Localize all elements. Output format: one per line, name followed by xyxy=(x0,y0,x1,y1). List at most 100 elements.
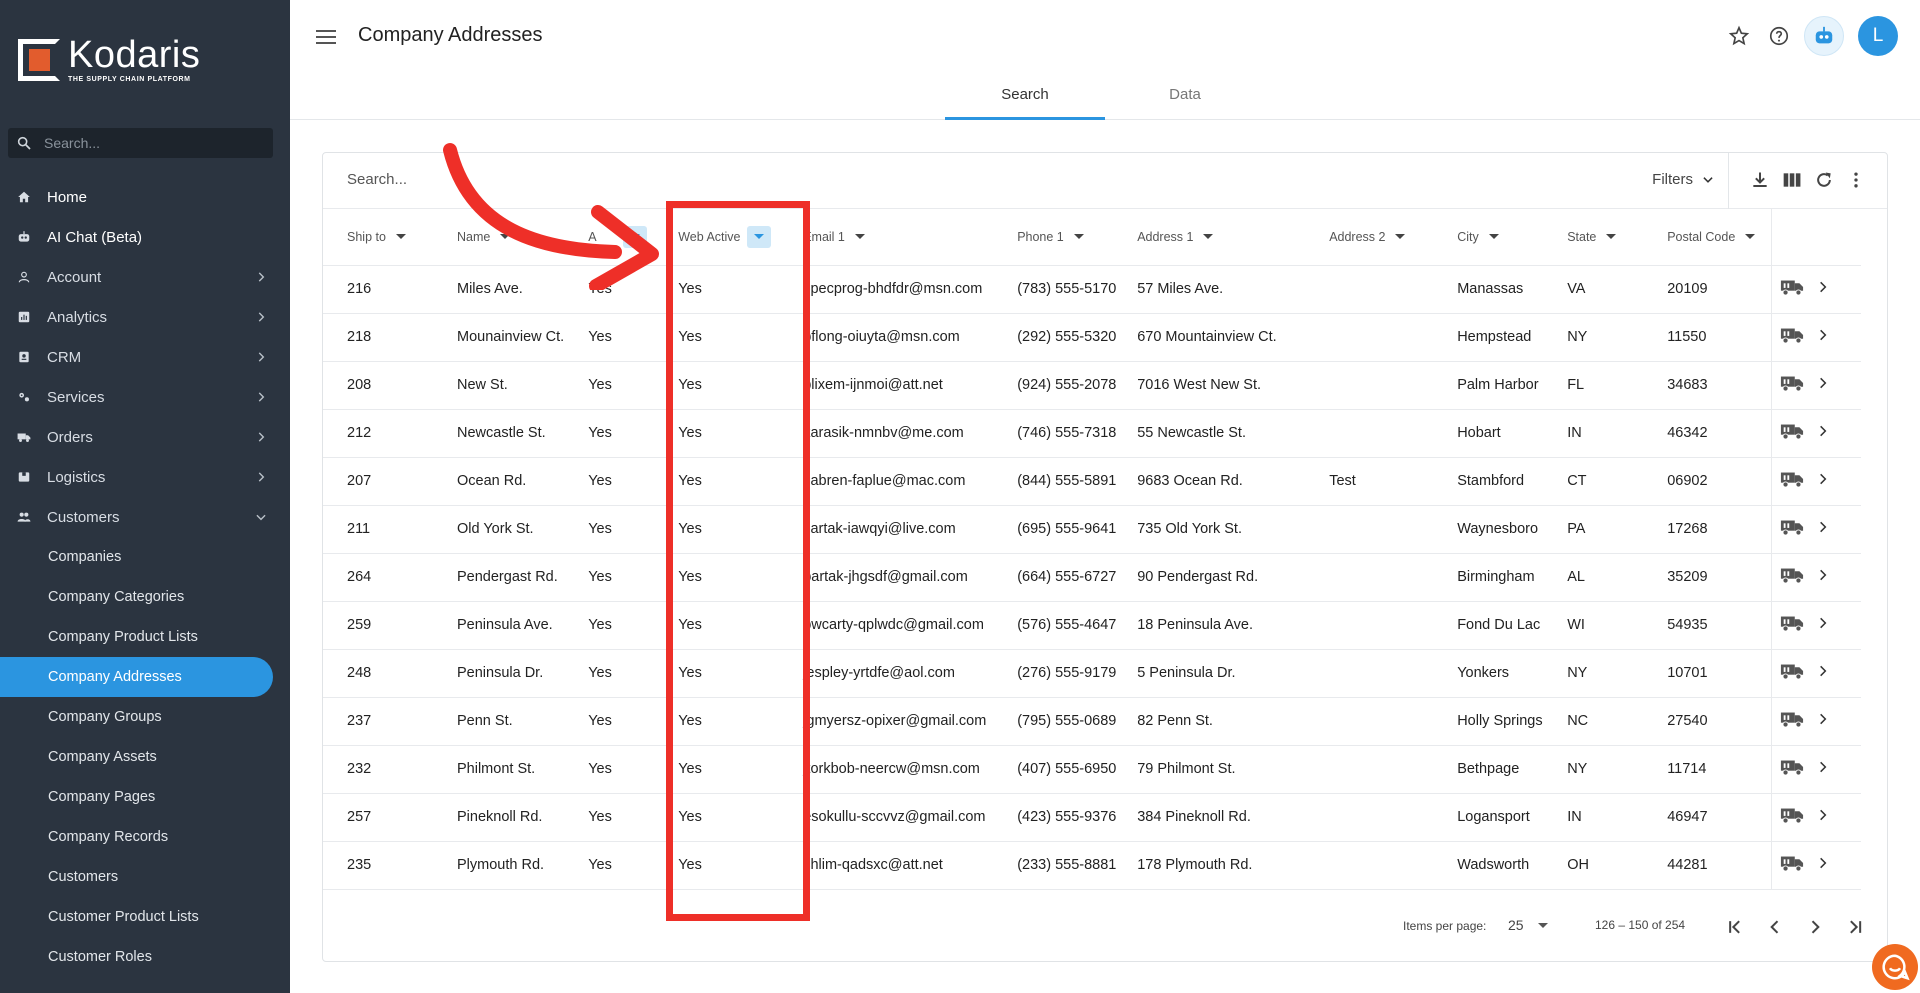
table-row[interactable]: 237 Penn St. Yes Yes jgmyersz-opixer@gmail.c… xyxy=(323,697,1862,746)
column-header-city[interactable]: City xyxy=(1443,209,1554,266)
column-header-ship-to[interactable]: Ship to xyxy=(323,209,433,266)
sidebar-subitem-company-categories[interactable]: Company Categories xyxy=(0,577,290,617)
shipping-truck-icon[interactable] xyxy=(1780,325,1804,349)
cell-ship-to: 218 xyxy=(323,313,433,362)
help-icon[interactable] xyxy=(1766,23,1792,49)
menu-icon[interactable] xyxy=(316,28,338,46)
column-header-state[interactable]: State xyxy=(1553,209,1654,266)
chevron-right-icon[interactable] xyxy=(1816,280,1830,298)
chevron-right-icon[interactable] xyxy=(1816,472,1830,490)
sidebar-item-label: Logistics xyxy=(47,468,106,486)
sort-arrow-icon[interactable] xyxy=(1073,234,1084,240)
sidebar-item-logistics[interactable]: Logistics xyxy=(0,457,290,497)
table-row[interactable]: 232 Philmont St. Yes Yes jtorkbob-neercw@msn… xyxy=(323,745,1862,794)
table-row[interactable]: 211 Old York St. Yes Yes sartak-iawqyi@live.… xyxy=(323,505,1862,554)
refresh-icon[interactable] xyxy=(1813,169,1835,191)
chevron-right-icon[interactable] xyxy=(1816,424,1830,442)
shipping-truck-icon[interactable] xyxy=(1780,565,1804,589)
tab-search[interactable]: Search xyxy=(945,78,1105,120)
filters-dropdown[interactable]: Filters xyxy=(1652,171,1715,188)
row-actions xyxy=(1770,457,1862,506)
tab-data[interactable]: Data xyxy=(1105,78,1265,120)
logo-tagline: THE SUPPLY CHAIN PLATFORM xyxy=(68,76,191,83)
table-row[interactable]: 264 Pendergast Rd. Yes Yes bartak-jhgsdf@gma… xyxy=(323,553,1862,602)
sidebar-item-home[interactable]: Home xyxy=(0,177,290,217)
more-vert-icon[interactable] xyxy=(1845,169,1867,191)
previous-page-button[interactable] xyxy=(1761,913,1789,941)
table-row[interactable]: 208 New St. Yes Yes blixem-ijnmoi@att.net (92… xyxy=(323,361,1862,410)
column-header-email-1[interactable]: Email 1 xyxy=(789,209,1004,266)
sidebar-item-account[interactable]: Account xyxy=(0,257,290,297)
sidebar-subitem-customers[interactable]: Customers xyxy=(0,857,290,897)
sidebar-subitem-company-assets[interactable]: Company Assets xyxy=(0,737,290,777)
sidebar-item-ai-chat[interactable]: AI Chat (Beta) xyxy=(0,217,290,257)
shipping-truck-icon[interactable] xyxy=(1780,469,1804,493)
table-row[interactable]: 235 Plymouth Rd. Yes Yes chlim-qadsxc@att.ne… xyxy=(323,841,1862,890)
next-page-button[interactable] xyxy=(1801,913,1829,941)
sidebar-subitem-companies[interactable]: Companies xyxy=(0,537,290,577)
sort-arrow-icon[interactable] xyxy=(854,234,865,240)
sidebar-subitem-company-pages[interactable]: Company Pages xyxy=(0,777,290,817)
avatar[interactable]: L xyxy=(1858,16,1898,56)
kodaris-logo[interactable]: Kodaris THE SUPPLY CHAIN PLATFORM xyxy=(18,36,200,83)
column-header-address-1[interactable]: Address 1 xyxy=(1123,209,1316,266)
table-row[interactable]: 248 Peninsula Dr. Yes Yes jespley-yrtdfe@aol… xyxy=(323,649,1862,698)
table-row[interactable]: 212 Newcastle St. Yes Yes karasik-nmnbv@me.c… xyxy=(323,409,1862,458)
shipping-truck-icon[interactable] xyxy=(1780,709,1804,733)
column-header-postal-code[interactable]: Postal Code xyxy=(1653,209,1772,266)
cell-phone-1: (576) 555-4647 xyxy=(1003,601,1124,650)
shipping-truck-icon[interactable] xyxy=(1780,421,1804,445)
sidebar-item-analytics[interactable]: Analytics xyxy=(0,297,290,337)
column-header-phone-1[interactable]: Phone 1 xyxy=(1003,209,1124,266)
table-row[interactable]: 259 Peninsula Ave. Yes Yes bwcarty-qplwdc@gm… xyxy=(323,601,1862,650)
sidebar-subitem-company-records[interactable]: Company Records xyxy=(0,817,290,857)
chevron-right-icon[interactable] xyxy=(1816,808,1830,826)
chevron-right-icon[interactable] xyxy=(1816,760,1830,778)
shipping-truck-icon[interactable] xyxy=(1780,661,1804,685)
shipping-truck-icon[interactable] xyxy=(1780,757,1804,781)
items-per-page-select[interactable]: 25 xyxy=(1508,917,1548,933)
chevron-right-icon[interactable] xyxy=(1816,520,1830,538)
support-chat-button[interactable] xyxy=(1872,944,1918,990)
chevron-right-icon[interactable] xyxy=(1816,328,1830,346)
last-page-button[interactable] xyxy=(1841,913,1869,941)
chevron-right-icon[interactable] xyxy=(1816,568,1830,586)
sort-arrow-icon[interactable] xyxy=(1488,234,1499,240)
shipping-truck-icon[interactable] xyxy=(1780,517,1804,541)
sidebar-item-orders[interactable]: Orders xyxy=(0,417,290,457)
sort-arrow-icon[interactable] xyxy=(1606,234,1617,240)
shipping-truck-icon[interactable] xyxy=(1780,853,1804,877)
sort-arrow-icon[interactable] xyxy=(1745,234,1756,240)
chevron-right-icon[interactable] xyxy=(1816,376,1830,394)
chevron-right-icon[interactable] xyxy=(1816,616,1830,634)
sidebar-subitem-company-addresses[interactable]: Company Addresses xyxy=(0,657,273,697)
shipping-truck-icon[interactable] xyxy=(1780,373,1804,397)
sidebar-item-customers[interactable]: Customers xyxy=(0,497,290,537)
table-row[interactable]: 207 Ocean Rd. Yes Yes sabren-faplue@mac.com(… xyxy=(323,457,1862,506)
star-icon[interactable] xyxy=(1726,23,1752,49)
sort-arrow-icon[interactable] xyxy=(1203,234,1214,240)
chevron-right-icon[interactable] xyxy=(1816,664,1830,682)
shipping-truck-icon[interactable] xyxy=(1780,805,1804,829)
table-row[interactable]: 218 Mounainview Ct. Yes Yes bflong-oiuyta@ms… xyxy=(323,313,1862,362)
chevron-right-icon[interactable] xyxy=(1816,712,1830,730)
table-row[interactable]: 257 Pineknoll Rd. Yes Yes esokullu-sccvvz@gm… xyxy=(323,793,1862,842)
sort-arrow-icon[interactable] xyxy=(395,234,406,240)
ai-assistant-button[interactable] xyxy=(1804,16,1844,56)
sidebar-item-services[interactable]: Services xyxy=(0,377,290,417)
sidebar-subitem-customer-roles[interactable]: Customer Roles xyxy=(0,937,290,977)
shipping-truck-icon[interactable] xyxy=(1780,613,1804,637)
chevron-right-icon[interactable] xyxy=(1816,856,1830,874)
sidebar-subitem-customer-product-lists[interactable]: Customer Product Lists xyxy=(0,897,290,937)
shipping-truck-icon[interactable] xyxy=(1780,277,1804,301)
sidebar-search[interactable] xyxy=(8,128,273,158)
sidebar-subitem-company-product-lists[interactable]: Company Product Lists xyxy=(0,617,290,657)
column-header-address-2[interactable]: Address 2 xyxy=(1315,209,1444,266)
sidebar-item-crm[interactable]: CRM xyxy=(0,337,290,377)
first-page-button[interactable] xyxy=(1721,913,1749,941)
columns-icon[interactable] xyxy=(1781,169,1803,191)
download-icon[interactable] xyxy=(1749,169,1771,191)
sidebar-subitem-company-groups[interactable]: Company Groups xyxy=(0,697,290,737)
sort-arrow-icon[interactable] xyxy=(1395,234,1406,240)
sidebar-search-input[interactable] xyxy=(44,135,244,151)
